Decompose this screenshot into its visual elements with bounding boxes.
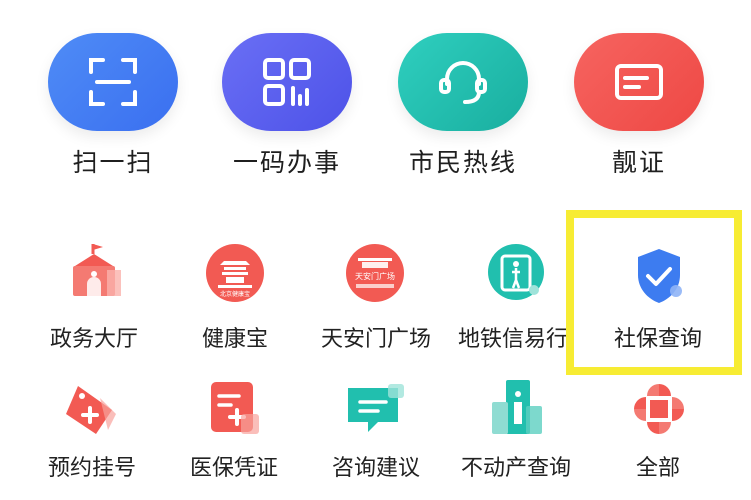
scan-icon [89, 58, 137, 106]
subway-gate-icon[interactable] [486, 242, 548, 304]
tiananmen-square-icon[interactable]: 天安门广场 [344, 242, 406, 304]
all-services-label: 全部 [635, 456, 680, 481]
health-treasure-label: 健康宝 [201, 327, 268, 352]
highlight-box [566, 210, 742, 375]
medical-insurance-label: 医保凭证 [189, 456, 278, 481]
scan-button[interactable] [48, 33, 178, 131]
svg-text:天安门广场: 天安门广场 [355, 271, 395, 281]
svg-text:北京健康宝: 北京健康宝 [220, 290, 250, 298]
government-hall-label: 政务大厅 [49, 327, 138, 352]
hotline-button[interactable] [398, 33, 528, 131]
consult-label: 咨询建议 [331, 456, 420, 481]
government-hall-icon[interactable] [63, 240, 125, 302]
real-estate-icon[interactable] [486, 376, 548, 438]
message-icon[interactable] [344, 380, 406, 442]
subway-gate-label: 地铁信易行 [457, 327, 568, 352]
tiananmen-square-label: 天安门广场 [320, 327, 431, 352]
appointment-label: 预约挂号 [47, 456, 136, 481]
id-card-button[interactable] [574, 33, 704, 131]
medical-insurance-icon[interactable] [203, 378, 265, 440]
headset-icon [439, 61, 487, 104]
id-card-icon [615, 64, 663, 100]
health-treasure-icon[interactable]: 北京健康宝 [204, 242, 266, 304]
one-code-label: 一码办事 [232, 148, 341, 177]
medical-tag-icon[interactable] [60, 380, 122, 442]
id-card-label: 靓证 [611, 148, 666, 177]
qr-code-icon [263, 58, 311, 106]
real-estate-label: 不动产查询 [460, 456, 571, 481]
all-services-icon[interactable] [628, 378, 690, 440]
hotline-label: 市民热线 [408, 148, 517, 177]
scan-label: 扫一扫 [72, 148, 154, 177]
one-code-button[interactable] [222, 33, 352, 131]
